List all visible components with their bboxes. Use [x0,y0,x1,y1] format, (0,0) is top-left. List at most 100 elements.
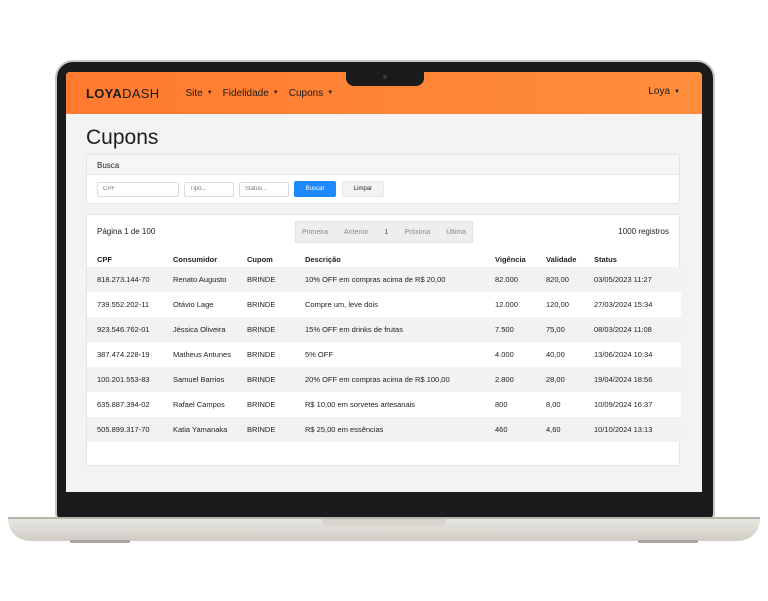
nav-item-label: Fidelidade [222,87,269,99]
brand-bold: LOYA [86,85,123,101]
pager-next[interactable]: Próxima [404,229,430,236]
col-header-consumidor: Consumidor [173,254,218,264]
cell-vigencia: 2.800 [485,367,536,392]
cell-validade: 4,60 [536,417,584,442]
cell-consumidor: Matheus Antunes [163,342,237,367]
search-header: Busca [87,155,679,175]
table-header-row: CPF Consumidor Cupom Descrição Vigência … [87,251,681,267]
cell-status: 13/06/2024 10:34 [584,342,681,367]
table-row[interactable]: 100.201.553-83 Samuel Barrios BRINDE 20%… [87,367,681,392]
cell-vigencia: 460 [485,417,536,442]
cell-validade: 28,00 [536,367,584,392]
caret-down-icon: ▼ [327,90,334,96]
col-header-vigencia: Vigência [495,254,526,264]
table-row[interactable]: 505.899.317-70 Katia Yamanaka BRINDE R$ … [87,417,681,442]
brand-logo[interactable]: LOYADASH [86,86,159,101]
pagination: Primeira Anterior 1 Próxima Última [295,221,473,243]
cell-vigencia: 12.000 [485,292,536,317]
cell-validade: 820,00 [536,267,584,292]
cell-status: 10/10/2024 13:13 [584,417,681,442]
records-count: 1000 registros [618,227,669,236]
cell-cupom: BRINDE [237,292,295,317]
cell-status: 10/09/2024 16:37 [584,392,681,417]
table-row[interactable]: 923.546.762-01 Jéssica Oliveira BRINDE 1… [87,317,681,342]
nav-item-cupons[interactable]: Cupons ▼ [289,88,333,99]
cell-cpf: 635.887.394-02 [87,392,163,417]
caret-down-icon: ▼ [206,90,213,96]
pager-first[interactable]: Primeira [302,229,328,236]
cell-vigencia: 4.000 [485,342,536,367]
screen-bezel-bottom [66,492,702,512]
cell-descricao: R$ 10,00 em sorvetes artesanais [295,392,485,417]
cell-validade: 40,00 [536,342,584,367]
cell-vigencia: 82.000 [485,267,536,292]
brand-thin: DASH [122,85,160,101]
cell-descricao: 5% OFF [295,342,485,367]
cell-consumidor: Renato Augusto [163,267,237,292]
table-row[interactable]: 387.474.228-19 Matheus Antunes BRINDE 5%… [87,342,681,367]
cell-cupom: BRINDE [237,392,295,417]
col-header-descricao: Descrição [305,254,341,264]
nav-item-fidelidade[interactable]: Fidelidade ▼ [223,88,279,99]
cell-descricao: 20% OFF em compras acima de R$ 100,00 [295,367,485,392]
cell-cupom: BRINDE [237,342,295,367]
cell-consumidor: Samuel Barrios [163,367,237,392]
cell-cupom: BRINDE [237,317,295,342]
pager-current: 1 [384,228,389,236]
nav-item-site[interactable]: Site ▼ [185,88,212,99]
cell-cpf: 100.201.553-83 [87,367,163,392]
page-info: Página 1 de 100 [97,227,156,236]
user-menu[interactable]: Loya ▼ [648,86,680,97]
status-input[interactable] [239,181,289,197]
col-header-cpf: CPF [97,254,112,264]
coupons-table-card: Página 1 de 100 Primeira Anterior 1 Próx… [86,214,681,466]
cell-vigencia: 800 [485,392,536,417]
nav-menu: Site ▼ Fidelidade ▼ Cupons ▼ [185,88,343,99]
search-button[interactable]: Buscar [294,181,336,197]
cell-cupom: BRINDE [237,367,295,392]
col-header-cupom: Cupom [247,254,273,264]
table-row[interactable]: 818.273.144-70 Renato Augusto BRINDE 10%… [87,267,681,292]
laptop-base-groove [322,519,446,526]
cell-cpf: 818.273.144-70 [87,267,163,292]
cell-cpf: 739.552.202-11 [87,292,163,317]
caret-down-icon: ▼ [674,88,680,95]
table-row[interactable]: 739.552.202-11 Otávio Lage BRINDE Compre… [87,292,681,317]
cell-cupom: BRINDE [237,417,295,442]
col-header-status: Status [594,254,617,264]
nav-item-label: Cupons [288,87,324,99]
cell-descricao: 15% OFF em drinks de frutas [295,317,485,342]
cell-cpf: 923.546.762-01 [87,317,163,342]
coupons-table: CPF Consumidor Cupom Descrição Vigência … [87,251,681,442]
cell-status: 03/05/2023 11:27 [584,267,681,292]
cell-cupom: BRINDE [237,267,295,292]
tipo-input[interactable] [184,181,234,197]
col-header-validade: Validade [546,254,577,264]
laptop-foot-left [70,540,130,543]
cell-consumidor: Jéssica Oliveira [163,317,237,342]
search-row: Buscar Limpar [87,175,679,203]
cpf-input[interactable] [97,181,179,197]
cell-cpf: 505.899.317-70 [87,417,163,442]
pager-prev[interactable]: Anterior [344,229,369,236]
cell-validade: 120,00 [536,292,584,317]
cell-cpf: 387.474.228-19 [87,342,163,367]
cell-status: 19/04/2024 18:56 [584,367,681,392]
caret-down-icon: ▼ [272,90,279,96]
screen: LOYADASH Site ▼ Fidelidade ▼ Cupons ▼ Loya ▼… [66,72,702,492]
cell-validade: 75,00 [536,317,584,342]
nav-item-label: Site [185,87,203,99]
laptop-foot-right [638,540,698,543]
user-name: Loya [648,86,671,97]
cell-consumidor: Katia Yamanaka [163,417,237,442]
clear-button[interactable]: Limpar [342,181,384,197]
camera-icon [383,75,387,79]
cell-vigencia: 7.500 [485,317,536,342]
cell-status: 27/03/2024 15:34 [584,292,681,317]
cell-descricao: Compre um, leve dois [295,292,485,317]
cell-consumidor: Otávio Lage [163,292,237,317]
table-row[interactable]: 635.887.394-02 Rafael Campos BRINDE R$ 1… [87,392,681,417]
page-title: Cupons [86,126,159,149]
cell-validade: 8,00 [536,392,584,417]
pager-last[interactable]: Última [446,229,466,236]
